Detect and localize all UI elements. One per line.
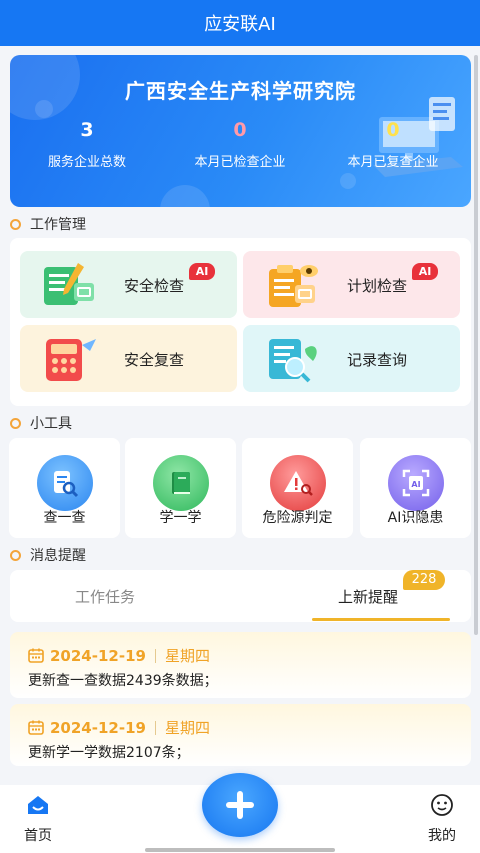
stat-label: 服务企业总数: [47, 155, 126, 170]
section-work-management: 工作管理: [10, 214, 86, 234]
section-dot-icon: [10, 218, 21, 230]
stat-reviewed-this-month: 0 本月已复查企业: [318, 119, 468, 170]
tool-label: 危险源判定: [262, 510, 333, 526]
add-button[interactable]: [202, 773, 278, 837]
card-label: 安全检查: [124, 277, 185, 295]
tool-hazard-judgement[interactable]: 危险源判定: [242, 438, 353, 538]
record-search-icon: [269, 339, 317, 383]
org-banner: 广西安全生产科学研究院 3 服务企业总数 0 本月已检查企业 0 本月已复查企业: [10, 55, 471, 207]
nav-label: 首页: [24, 828, 52, 844]
app-title: 应安联AI: [204, 14, 276, 35]
message-weekday: 星期四: [164, 647, 210, 665]
safety-review-card[interactable]: 安全复查: [20, 325, 237, 392]
message-header: 2024-12-19 星期四: [28, 717, 210, 738]
warning-search-icon: [270, 455, 326, 511]
message-tabs: 工作任务 上新提醒: [10, 570, 471, 622]
book-icon: [153, 455, 209, 511]
calendar-icon: [28, 720, 44, 735]
section-title: 小工具: [30, 416, 72, 432]
calculator-review-icon: [46, 339, 96, 381]
message-date: 2024-12-19: [50, 718, 146, 737]
section-title: 消息提醒: [30, 548, 86, 564]
list-item[interactable]: 2024-12-19 星期四 更新查一查数据2439条数据；: [10, 632, 471, 698]
new-updates-count-badge: 228: [403, 570, 445, 590]
stat-value: 3: [80, 119, 94, 141]
message-header: 2024-12-19 星期四: [28, 645, 210, 666]
stat-value: 0: [233, 119, 247, 141]
active-tab-indicator: [312, 618, 450, 621]
tool-label: 查一查: [43, 510, 86, 526]
card-label: 计划检查: [347, 277, 408, 295]
stat-inspected-this-month: 0 本月已检查企业: [165, 119, 315, 170]
list-item[interactable]: 2024-12-19 星期四 更新学一学数据2107条；: [10, 704, 471, 766]
section-messages: 消息提醒: [10, 545, 86, 565]
nav-label: 我的: [428, 828, 456, 844]
message-date: 2024-12-19: [50, 646, 146, 665]
plan-clipboard-icon: [269, 265, 318, 307]
tool-label: AI识隐患: [387, 510, 444, 526]
tool-label: 学一学: [159, 510, 202, 526]
nav-home[interactable]: 首页: [8, 793, 68, 845]
app-header: 应安联AI: [0, 0, 480, 46]
section-dot-icon: [10, 417, 21, 429]
tool-check-search[interactable]: 查一查: [9, 438, 120, 538]
divider: [154, 648, 156, 663]
checklist-pencil-icon: [44, 263, 94, 305]
work-panel: 安全检查 AI 计划检查 AI 安全复查 记录查询: [10, 238, 471, 406]
tab-new-updates[interactable]: 上新提醒: [338, 586, 398, 607]
ai-scan-icon: AI: [388, 455, 444, 511]
smiley-face-icon: [431, 794, 453, 816]
tab-work-tasks[interactable]: 工作任务: [75, 586, 135, 607]
scrollbar[interactable]: [474, 55, 478, 635]
plus-icon: [226, 791, 254, 819]
home-icon: [28, 796, 48, 814]
stat-value: 0: [386, 119, 400, 141]
section-dot-icon: [10, 549, 21, 561]
stat-total-enterprises: 3 服务企业总数: [12, 119, 162, 170]
svg-text:AI: AI: [411, 480, 420, 489]
card-label: 记录查询: [347, 351, 408, 369]
message-text: 更新学一学数据2107条；: [28, 745, 190, 761]
nav-mine[interactable]: 我的: [412, 793, 472, 845]
ai-badge: AI: [189, 263, 215, 280]
calendar-icon: [28, 648, 44, 663]
divider: [154, 720, 156, 735]
section-title: 工作管理: [30, 217, 86, 233]
card-label: 安全复查: [124, 351, 185, 369]
stat-label: 本月已复查企业: [347, 155, 439, 170]
record-query-card[interactable]: 记录查询: [243, 325, 460, 392]
tool-ai-hazard-recognition[interactable]: AI AI识隐患: [360, 438, 471, 538]
message-weekday: 星期四: [164, 719, 210, 737]
plan-inspection-card[interactable]: 计划检查 AI: [243, 251, 460, 318]
section-tools: 小工具: [10, 413, 72, 433]
message-text: 更新查一查数据2439条数据；: [28, 673, 218, 689]
home-indicator: [145, 848, 335, 852]
stat-label: 本月已检查企业: [194, 155, 286, 170]
safety-inspection-card[interactable]: 安全检查 AI: [20, 251, 237, 318]
tool-learn[interactable]: 学一学: [125, 438, 236, 538]
ai-badge: AI: [412, 263, 438, 280]
document-search-icon: [37, 455, 93, 511]
